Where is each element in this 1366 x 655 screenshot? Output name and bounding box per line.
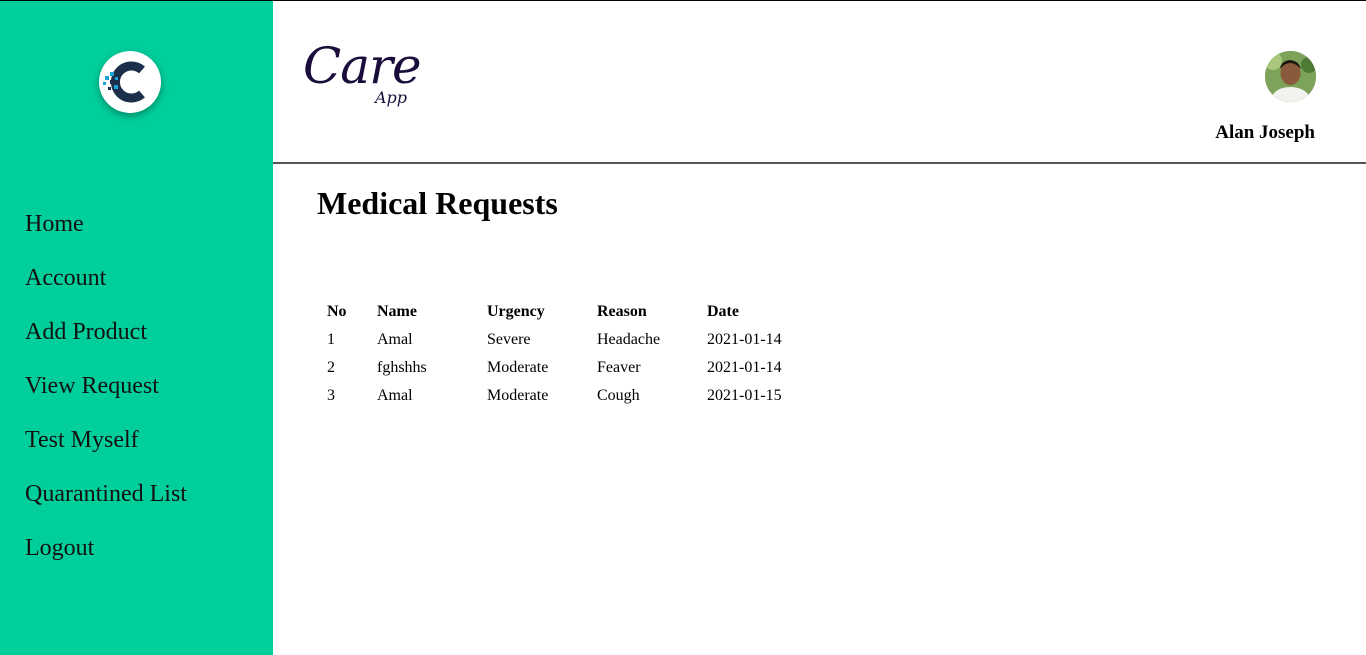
table-row: 3 Amal Moderate Cough 2021-01-15 — [317, 382, 807, 410]
column-header-name: Name — [377, 303, 417, 320]
top-header — [273, 1, 1366, 162]
cell-name: Amal — [377, 331, 413, 348]
cell-date: 2021-01-14 — [707, 331, 782, 348]
table-row: 2 fghshhs Moderate Feaver 2021-01-14 — [317, 354, 807, 382]
cell-urgency: Moderate — [487, 359, 549, 376]
column-header-no: No — [327, 303, 347, 320]
medical-requests-table: No Name Urgency Reason Date 1 Amal Sever… — [317, 298, 807, 410]
cell-date: 2021-01-15 — [707, 387, 782, 404]
cell-urgency: Severe — [487, 331, 531, 348]
cell-no: 1 — [327, 331, 335, 348]
c-logo-icon[interactable] — [99, 51, 161, 113]
cell-urgency: Moderate — [487, 387, 549, 404]
sidebar-item-quarantined-list[interactable]: Quarantined List — [25, 476, 187, 530]
cell-no: 2 — [327, 359, 335, 376]
user-name: Alan Joseph — [1215, 122, 1315, 143]
cell-reason: Headache — [597, 331, 661, 348]
brand-logo[interactable]: Care App — [303, 36, 433, 116]
sidebar-item-view-request[interactable]: View Request — [25, 368, 187, 422]
column-header-urgency: Urgency — [487, 303, 545, 320]
cell-name: fghshhs — [377, 359, 427, 376]
sidebar-item-logout[interactable]: Logout — [25, 530, 187, 584]
sidebar-item-account[interactable]: Account — [25, 260, 187, 314]
sidebar-nav: Home Account Add Product View Request Te… — [25, 206, 187, 584]
cell-no: 3 — [327, 387, 335, 404]
cell-date: 2021-01-14 — [707, 359, 782, 376]
sidebar-item-home[interactable]: Home — [25, 206, 187, 260]
avatar[interactable] — [1265, 51, 1316, 102]
page-title: Medical Requests — [317, 185, 558, 221]
sidebar-item-add-product[interactable]: Add Product — [25, 314, 187, 368]
cell-reason: Cough — [597, 387, 640, 404]
column-header-date: Date — [707, 303, 739, 320]
cell-reason: Feaver — [597, 359, 641, 376]
table-row: 1 Amal Severe Headache 2021-01-14 — [317, 326, 807, 354]
column-header-reason: Reason — [597, 303, 647, 320]
brand-main-text: Care — [303, 37, 422, 95]
sidebar: Home Account Add Product View Request Te… — [0, 1, 273, 655]
table-header-row: No Name Urgency Reason Date — [317, 298, 807, 326]
sidebar-item-test-myself[interactable]: Test Myself — [25, 422, 187, 476]
cell-name: Amal — [377, 387, 413, 404]
header-divider — [273, 162, 1366, 164]
brand-sub-text: App — [375, 88, 408, 107]
